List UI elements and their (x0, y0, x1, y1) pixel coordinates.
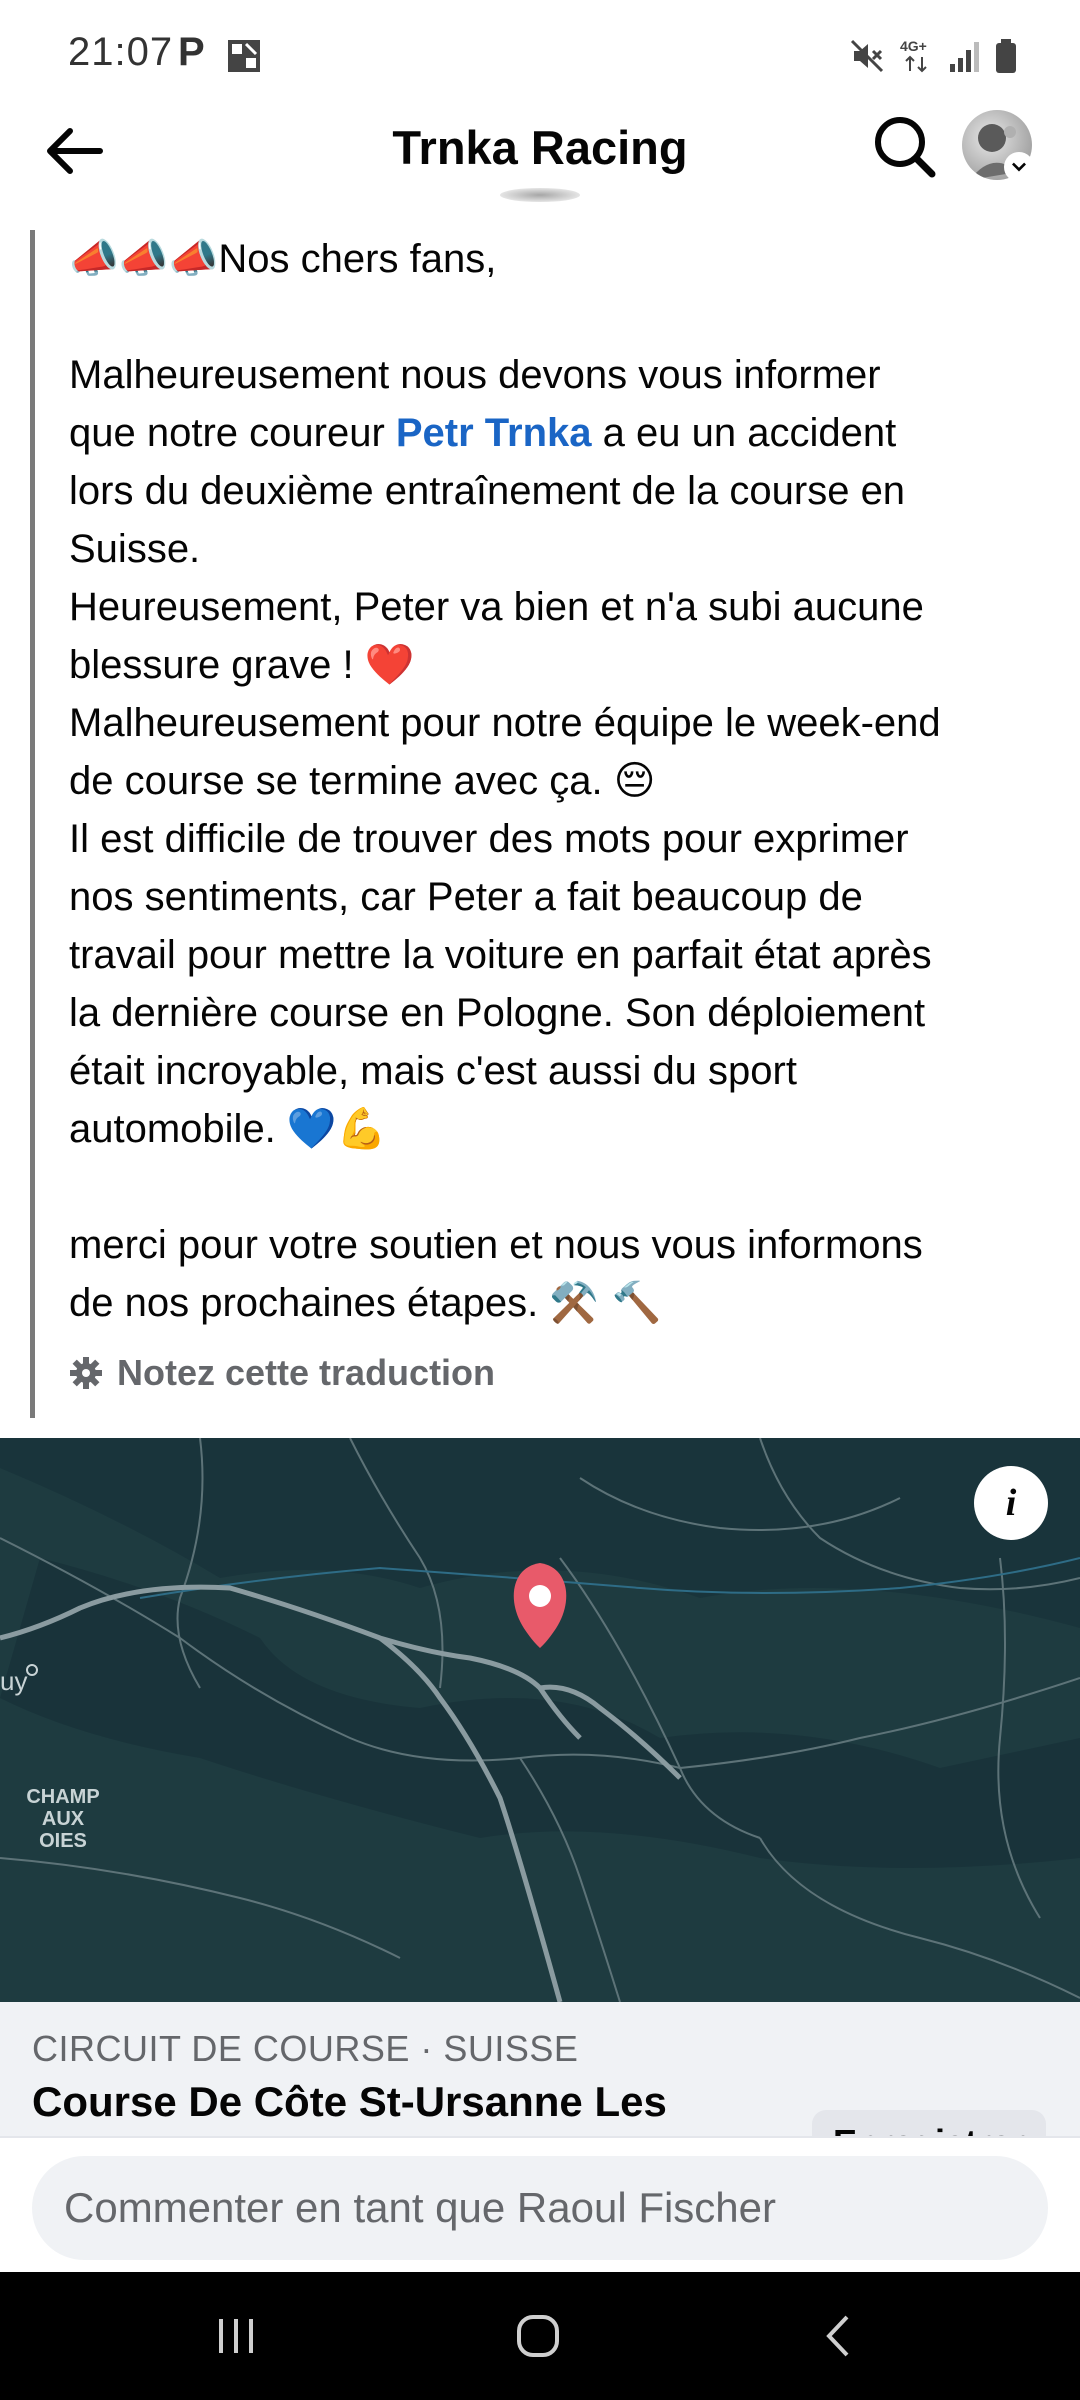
system-nav-bar (0, 2272, 1080, 2400)
system-back-button[interactable] (780, 2292, 900, 2380)
emoji: 💙💪 (286, 1106, 387, 1152)
mute-icon (850, 39, 884, 73)
post-line-text: blessure grave ! (69, 643, 365, 687)
post-line (69, 1158, 1029, 1216)
post-line-text: nos sentiments, car Peter a fait beaucou… (69, 875, 863, 919)
gear-icon (70, 1357, 102, 1389)
post-line-text: a eu un accident (591, 411, 897, 455)
map-place-label: uy (0, 1666, 28, 1696)
map-info-button[interactable]: i (974, 1466, 1048, 1540)
recent-apps-icon (219, 2319, 253, 2353)
post-line-text: automobile. (69, 1107, 287, 1151)
post-line-text: de course se termine avec ça. (69, 759, 614, 803)
rate-translation-label: Notez cette traduction (117, 1352, 496, 1393)
post-line-text: Nos chers fans, (218, 237, 497, 281)
post-line: merci pour votre soutien et nous vous in… (69, 1216, 1029, 1274)
home-button[interactable] (478, 2292, 598, 2380)
network-label: 4G+ (900, 38, 927, 54)
map-pin-icon (513, 1563, 567, 1648)
comment-input[interactable]: Commenter en tant que Raoul Fischer (32, 2156, 1048, 2260)
post-line: Suisse. (69, 520, 1029, 578)
parking-icon: P (178, 30, 205, 74)
post-line-text: travail pour mettre la voiture en parfai… (69, 933, 932, 977)
place-card[interactable]: CIRCUIT DE COURSE · SUISSE Course De Côt… (0, 2002, 1080, 2170)
post-line: lors du deuxième entraînement de la cour… (69, 462, 1029, 520)
search-icon[interactable] (870, 112, 940, 182)
gallery-icon (228, 40, 260, 72)
home-icon (517, 2315, 559, 2357)
post-line: que notre coureur Petr Trnka a eu un acc… (69, 404, 1029, 462)
chevron-down-icon[interactable] (1004, 152, 1034, 182)
emoji: 😔 (613, 758, 656, 804)
map-label-champ: CHAMP (26, 1786, 100, 1808)
post-line: automobile. 💙💪 (69, 1100, 1029, 1158)
map-canvas (0, 1438, 1080, 2002)
post-line: la dernière course en Pologne. Son déplo… (69, 984, 1029, 1042)
post-line: de nos prochaines étapes. ⚒️ 🔨 (69, 1274, 1029, 1332)
post-line-text: était incroyable, mais c'est aussi du sp… (69, 1049, 797, 1093)
post-line-text: la dernière course en Pologne. Son déplo… (69, 991, 926, 1035)
post-line-text: Malheureusement pour notre équipe le wee… (69, 701, 941, 745)
status-bar: 21:07 P 4G+ (0, 0, 1080, 110)
post-line: Heureusement, Peter va bien et n'a subi … (69, 578, 1029, 636)
post-text: 📣📣📣Nos chers fans, Malheureusement nous d… (69, 230, 1029, 1332)
place-name[interactable]: Course De Côte St-Ursanne Les (32, 2078, 667, 2126)
post-line: de course se termine avec ça. 😔 (69, 752, 1029, 810)
post-line-text: merci pour votre soutien et nous vous in… (69, 1223, 923, 1267)
battery-icon (996, 39, 1016, 73)
emoji: ❤️ (364, 642, 415, 688)
system-back-icon (826, 2315, 849, 2357)
post-line: Il est difficile de trouver des mots pou… (69, 810, 1029, 868)
post-line-text: que notre coureur (69, 411, 396, 455)
place-category: CIRCUIT DE COURSE · SUISSE (32, 2028, 579, 2069)
scroll-shadow (500, 188, 580, 202)
map-label-champ-aux-oies: CHAMP AUX OIES (18, 1786, 108, 1852)
emoji: 📣📣📣 (69, 236, 219, 282)
comment-bar: Commenter en tant que Raoul Fischer (0, 2136, 1080, 2272)
post-line-text: lors du deuxième entraînement de la cour… (69, 469, 906, 513)
quote-bar (30, 230, 35, 1418)
post-line-text: Il est difficile de trouver des mots pou… (69, 817, 909, 861)
mention-link[interactable]: Petr Trnka (396, 411, 592, 455)
post-line-text: de nos prochaines étapes. (69, 1281, 550, 1325)
map-label-oies: AUX OIES (39, 1808, 87, 1852)
post-line: nos sentiments, car Peter a fait beaucou… (69, 868, 1029, 926)
post-line: Malheureusement nous devons vous informe… (69, 346, 1029, 404)
emoji: ⚒️ 🔨 (549, 1280, 662, 1326)
status-time: 21:07 (68, 30, 174, 74)
post-line-text: Suisse. (69, 527, 201, 571)
post-line: était incroyable, mais c'est aussi du sp… (69, 1042, 1029, 1100)
recent-apps-button[interactable] (176, 2292, 296, 2380)
status-icons: 4G+ (848, 36, 1018, 76)
post-line: travail pour mettre la voiture en parfai… (69, 926, 1029, 984)
post-line (69, 288, 1029, 346)
signal-icon (950, 42, 979, 72)
rate-translation-link[interactable]: Notez cette traduction (69, 1352, 495, 1394)
post-line: Malheureusement pour notre équipe le wee… (69, 694, 1029, 752)
post-line-text: Malheureusement nous devons vous informe… (69, 353, 881, 397)
post-line: 📣📣📣Nos chers fans, (69, 230, 1029, 288)
location-map[interactable]: uy CHAMP AUX OIES i (0, 1438, 1080, 2002)
post-line-text: Heureusement, Peter va bien et n'a subi … (69, 585, 924, 629)
post-line: blessure grave ! ❤️ (69, 636, 1029, 694)
network-icon: 4G+ (900, 38, 927, 73)
